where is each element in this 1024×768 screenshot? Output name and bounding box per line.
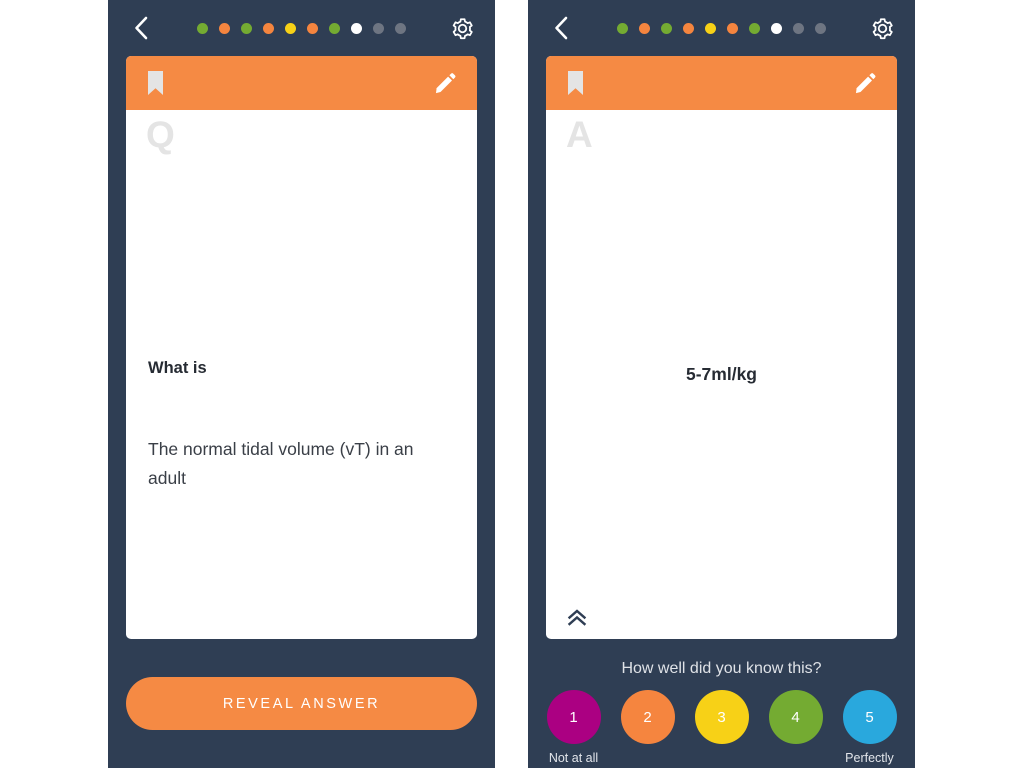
progress-dot-4[interactable] bbox=[683, 22, 694, 34]
edit-button[interactable] bbox=[433, 71, 457, 95]
rating-question: How well did you know this? bbox=[621, 660, 822, 677]
question-card: Q What is The normal tidal volume (vT) i… bbox=[126, 56, 477, 639]
question-card-body: Q What is The normal tidal volume (vT) i… bbox=[126, 110, 477, 639]
question-action-area: REVEAL ANSWER bbox=[108, 639, 495, 768]
question-card-header bbox=[126, 56, 477, 110]
rating-button-2[interactable]: 2 bbox=[620, 690, 675, 744]
rating-options: 1 Not at all 2 3 4 5 Perfectly bbox=[546, 690, 897, 765]
question-text: The normal tidal volume (vT) in an adult bbox=[148, 439, 414, 488]
progress-dot-9[interactable] bbox=[793, 22, 804, 34]
question-content: What is The normal tidal volume (vT) in … bbox=[148, 358, 455, 492]
answer-topbar bbox=[528, 0, 915, 56]
rating-item-4: 4 bbox=[768, 690, 823, 765]
settings-button[interactable] bbox=[447, 13, 477, 43]
answer-text: 5-7ml/kg bbox=[686, 364, 757, 384]
progress-dot-5[interactable] bbox=[705, 22, 716, 34]
bookmark-icon bbox=[568, 71, 583, 95]
progress-dot-9[interactable] bbox=[373, 22, 384, 34]
answer-card: A 5-7ml/kg bbox=[546, 56, 897, 639]
progress-dot-1[interactable] bbox=[617, 22, 628, 34]
progress-dot-6[interactable] bbox=[307, 22, 318, 34]
progress-dot-4[interactable] bbox=[263, 22, 274, 34]
question-watermark: Q bbox=[146, 114, 175, 155]
gear-icon bbox=[872, 17, 893, 39]
question-panel: Q What is The normal tidal volume (vT) i… bbox=[108, 0, 495, 768]
gear-icon bbox=[452, 17, 473, 39]
progress-dot-1[interactable] bbox=[197, 22, 208, 34]
progress-dot-6[interactable] bbox=[727, 22, 738, 34]
progress-dot-8[interactable] bbox=[771, 22, 782, 34]
pencil-icon bbox=[856, 73, 876, 94]
rating-item-1: 1 Not at all bbox=[546, 690, 601, 765]
back-button[interactable] bbox=[546, 13, 576, 43]
progress-dot-3[interactable] bbox=[661, 22, 672, 34]
question-topbar bbox=[108, 0, 495, 56]
screenshot-root: Q What is The normal tidal volume (vT) i… bbox=[0, 0, 1024, 768]
chevron-left-icon bbox=[555, 16, 568, 40]
rating-button-3[interactable]: 3 bbox=[694, 690, 749, 744]
progress-dot-7[interactable] bbox=[749, 22, 760, 34]
rating-button-4[interactable]: 4 bbox=[768, 690, 823, 744]
pencil-icon bbox=[436, 73, 456, 94]
progress-dot-2[interactable] bbox=[639, 22, 650, 34]
edit-button[interactable] bbox=[853, 71, 877, 95]
progress-dots-question bbox=[156, 22, 447, 34]
progress-dots-answer bbox=[576, 22, 867, 34]
answer-content: 5-7ml/kg bbox=[546, 110, 897, 639]
settings-button[interactable] bbox=[867, 13, 897, 43]
rating-item-5: 5 Perfectly bbox=[842, 690, 897, 765]
collapse-button[interactable] bbox=[560, 603, 594, 633]
progress-dot-8[interactable] bbox=[351, 22, 362, 34]
answer-panel: A 5-7ml/kg How well did you know this? 1… bbox=[528, 0, 915, 768]
progress-dot-2[interactable] bbox=[219, 22, 230, 34]
reveal-answer-button[interactable]: REVEAL ANSWER bbox=[126, 677, 477, 730]
chevron-left-icon bbox=[135, 16, 148, 40]
rating-button-1[interactable]: 1 bbox=[546, 690, 601, 744]
bookmark-button[interactable] bbox=[146, 70, 165, 96]
progress-dot-5[interactable] bbox=[285, 22, 296, 34]
bookmark-button[interactable] bbox=[566, 70, 585, 96]
progress-dot-7[interactable] bbox=[329, 22, 340, 34]
bookmark-icon bbox=[148, 71, 163, 95]
answer-card-body: A 5-7ml/kg bbox=[546, 110, 897, 639]
question-prompt: What is bbox=[148, 359, 207, 377]
progress-dot-10[interactable] bbox=[395, 22, 406, 34]
rating-caption-right: Perfectly bbox=[845, 751, 894, 765]
double-chevron-up-icon bbox=[567, 609, 587, 626]
back-button[interactable] bbox=[126, 13, 156, 43]
rating-item-3: 3 bbox=[694, 690, 749, 765]
answer-card-header bbox=[546, 56, 897, 110]
rating-button-5[interactable]: 5 bbox=[842, 690, 897, 744]
rating-caption-left: Not at all bbox=[548, 751, 599, 765]
progress-dot-3[interactable] bbox=[241, 22, 252, 34]
progress-dot-10[interactable] bbox=[815, 22, 826, 34]
rating-item-2: 2 bbox=[620, 690, 675, 765]
rating-area: How well did you know this? 1 Not at all 2… bbox=[528, 639, 915, 768]
